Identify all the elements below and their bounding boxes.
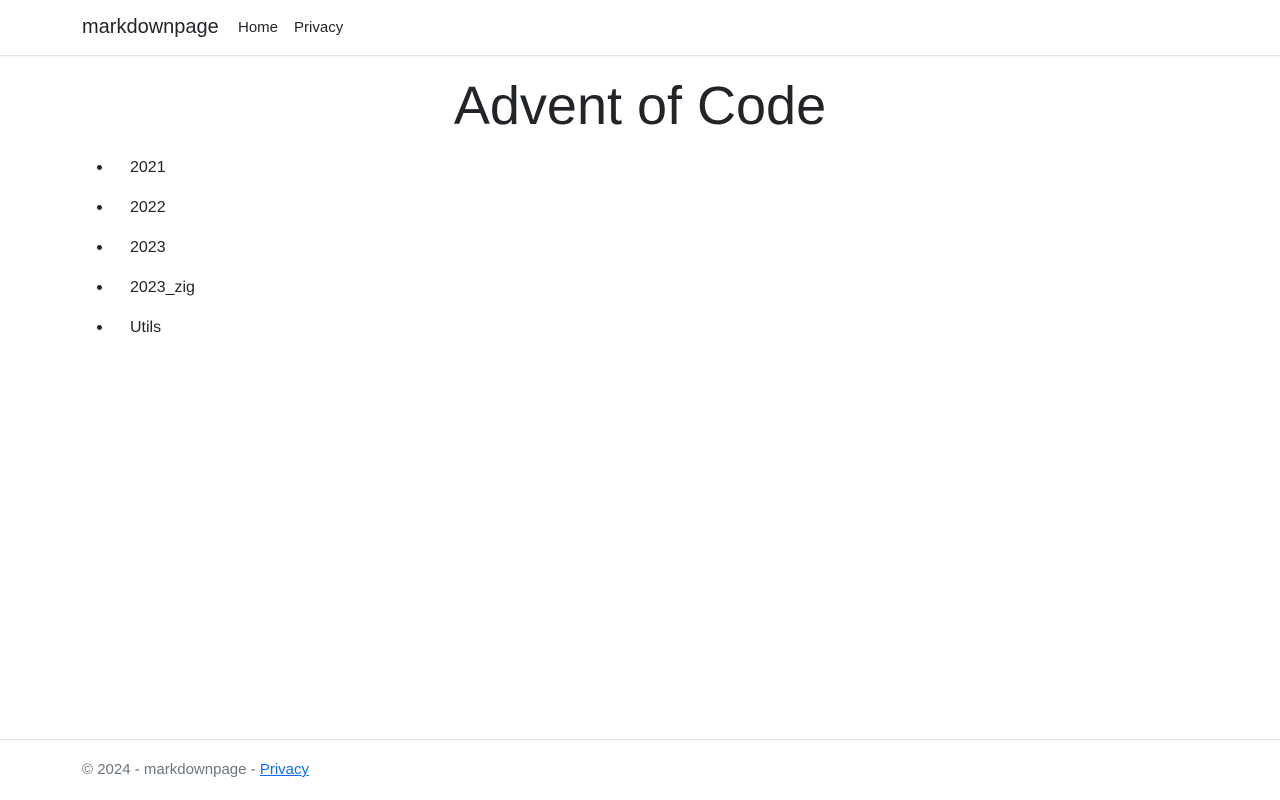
link-2023[interactable]: 2023: [130, 239, 166, 256]
nav-link-privacy[interactable]: Privacy: [294, 18, 343, 38]
page-footer: © 2024 - markdownpage - Privacy: [0, 739, 1280, 800]
page-title: Advent of Code: [453, 76, 827, 136]
footer-privacy-link[interactable]: Privacy: [260, 761, 309, 778]
bullet-icon: [97, 205, 102, 210]
list-item-2022: 2022: [82, 190, 195, 230]
year-list: 2021 2022 2023 2023_zig Utils: [82, 150, 195, 350]
list-item-2021: 2021: [82, 150, 195, 190]
list-item-utils: Utils: [82, 310, 195, 350]
bullet-icon: [97, 245, 102, 250]
list-item-2023: 2023: [82, 230, 195, 270]
footer-copyright: © 2024 - markdownpage -: [82, 761, 260, 778]
bullet-icon: [97, 325, 102, 330]
nav-link-home[interactable]: Home: [238, 18, 278, 38]
brand-link[interactable]: markdownpage: [82, 15, 219, 39]
link-2021[interactable]: 2021: [130, 159, 166, 176]
list-item-2023-zig: 2023_zig: [82, 270, 195, 310]
link-2023-zig[interactable]: 2023_zig: [130, 279, 195, 296]
nav-links: Home Privacy: [238, 18, 343, 38]
top-navbar: markdownpage Home Privacy: [0, 0, 1280, 56]
footer-text: © 2024 - markdownpage - Privacy: [82, 760, 309, 780]
bullet-icon: [97, 285, 102, 290]
bullet-icon: [97, 165, 102, 170]
link-utils[interactable]: Utils: [130, 319, 161, 336]
link-2022[interactable]: 2022: [130, 199, 166, 216]
